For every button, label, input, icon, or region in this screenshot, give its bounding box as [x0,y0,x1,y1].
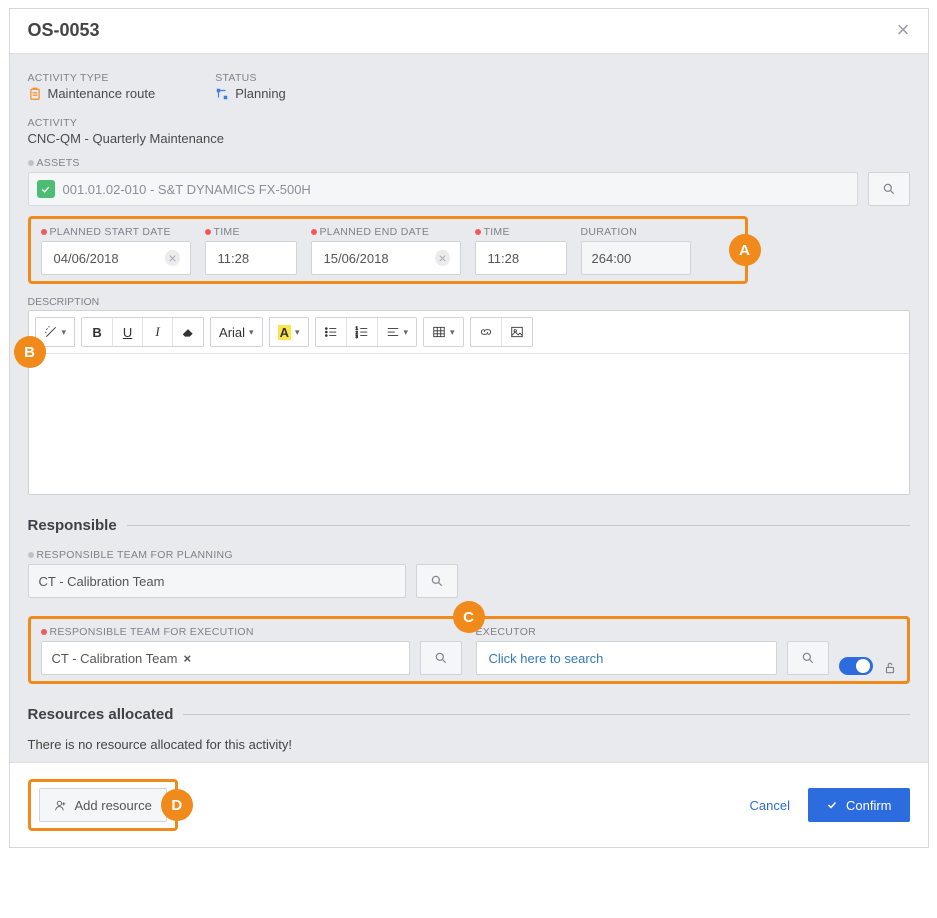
search-icon [430,574,444,588]
unordered-list-button[interactable] [316,318,346,346]
link-button[interactable] [471,318,501,346]
section-resources-title: Resources allocated [28,706,174,723]
team-chip: CT - Calibration Team × [52,651,192,666]
execution-team-input[interactable]: CT - Calibration Team × [41,641,410,675]
planning-team-field: CT - Calibration Team [28,564,406,598]
activity-type-block: ACTIVITY TYPE Maintenance route [28,72,156,101]
assets-field: 001.01.02-010 - S&T DYNAMICS FX-500H [28,172,858,206]
executor-label: EXECUTOR [476,626,537,638]
align-button[interactable] [377,318,417,346]
bold-button[interactable]: B [82,318,112,346]
planned-end-label: PLANNED END DATE [320,226,430,238]
image-button[interactable] [501,318,532,346]
clear-icon[interactable]: × [165,250,179,266]
highlight-button[interactable]: A [270,318,308,346]
add-resource-button[interactable]: Add resource [39,788,167,822]
svg-text:3: 3 [355,334,358,339]
start-time-label: TIME [214,226,240,238]
check-icon [826,799,838,811]
modal-title: OS-0053 [28,20,100,41]
modal-body: ACTIVITY TYPE Maintenance route STATUS P… [10,54,928,762]
callout-a-box: PLANNED START DATE × TIME PLANNED END DA… [28,216,748,284]
modal-window: OS-0053 × ACTIVITY TYPE Maintenance rout… [9,8,929,848]
status-label: STATUS [215,72,286,84]
rich-text-editor: B U I Arial A 123 [28,310,910,495]
activity-value: CNC-QM - Quarterly Maintenance [28,131,225,146]
no-resources-message: There is no resource allocated for this … [28,737,910,752]
callout-c-box: C RESPONSIBLE TEAM FOR EXECUTION CT - Ca… [28,616,910,684]
required-dot [205,229,211,235]
status-block: STATUS Planning [215,72,286,101]
required-dot [311,229,317,235]
divider [183,714,909,715]
assets-label: ASSETS [37,157,80,169]
callout-badge-a: A [729,234,761,266]
clear-icon[interactable]: × [435,250,449,266]
close-icon[interactable]: × [897,19,910,41]
font-select[interactable]: Arial [211,318,262,346]
clipboard-icon [28,87,42,101]
optional-dot [28,160,34,166]
end-time-input[interactable] [475,241,567,275]
execution-team-search-button[interactable] [420,641,462,675]
execution-team-label: RESPONSIBLE TEAM FOR EXECUTION [50,626,254,638]
duration-label: DURATION [581,226,637,238]
italic-button[interactable]: I [142,318,172,346]
required-dot [41,229,47,235]
end-time-label: TIME [484,226,510,238]
duration-field: 264:00 [581,241,691,275]
executor-search-button[interactable] [787,641,829,675]
search-icon [801,651,815,665]
required-dot [475,229,481,235]
table-button[interactable] [424,318,463,346]
callout-badge-c: C [453,601,485,633]
executor-input[interactable] [476,641,777,675]
divider [127,525,910,526]
planned-start-date-input[interactable]: × [41,241,191,275]
activity-type-value: Maintenance route [48,86,156,101]
planning-team-label: RESPONSIBLE TEAM FOR PLANNING [37,549,233,561]
add-user-icon [54,799,67,812]
assets-search-button[interactable] [868,172,910,206]
callout-d-box: Add resource D [28,779,178,831]
search-icon [434,651,448,665]
unlock-icon[interactable] [883,661,897,675]
planning-team-search-button[interactable] [416,564,458,598]
eraser-button[interactable] [172,318,203,346]
underline-button[interactable]: U [112,318,142,346]
ordered-list-button[interactable]: 123 [346,318,377,346]
start-time-input[interactable] [205,241,297,275]
cancel-button[interactable]: Cancel [750,798,790,813]
editor-textarea[interactable] [29,354,909,494]
description-label: DESCRIPTION [28,296,910,308]
optional-dot [28,552,34,558]
editor-toolbar: B U I Arial A 123 [29,311,909,354]
chip-remove-icon[interactable]: × [183,651,191,666]
search-icon [882,182,896,196]
callout-badge-d: D [161,789,193,821]
activity-type-label: ACTIVITY TYPE [28,72,156,84]
callout-badge-b: B [14,336,46,368]
confirm-button[interactable]: Confirm [808,788,910,822]
activity-label: ACTIVITY [28,117,910,129]
modal-header: OS-0053 × [10,9,928,54]
check-icon [37,180,55,198]
activity-block: ACTIVITY CNC-QM - Quarterly Maintenance [28,117,910,146]
planned-end-date-input[interactable]: × [311,241,461,275]
section-responsible-title: Responsible [28,517,117,534]
required-dot [41,629,47,635]
status-icon [215,87,229,101]
assets-value: 001.01.02-010 - S&T DYNAMICS FX-500H [63,182,311,197]
planned-start-label: PLANNED START DATE [50,226,171,238]
modal-footer: Add resource D Cancel Confirm [10,762,928,847]
executor-toggle[interactable] [839,657,873,675]
status-value: Planning [235,86,286,101]
